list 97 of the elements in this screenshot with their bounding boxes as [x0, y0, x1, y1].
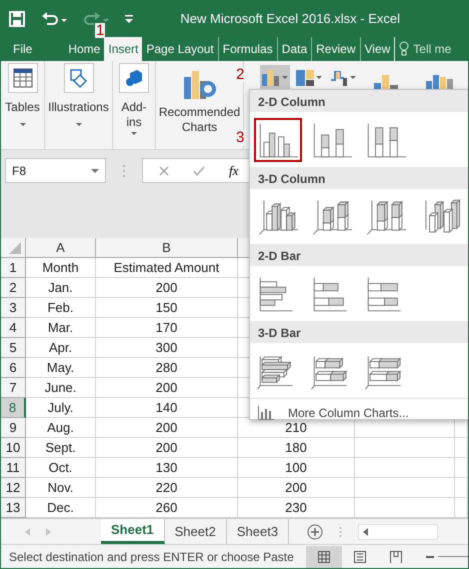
undo-icon[interactable]: [41, 11, 67, 27]
ribbon-tab[interactable]: File: [1, 37, 64, 61]
table-cell: 280: [96, 358, 238, 378]
caret-icon: [76, 123, 82, 126]
page-layout-icon[interactable]: [354, 550, 366, 562]
scroll-right-icon: [46, 528, 51, 536]
table-cell: Aug.: [26, 418, 96, 438]
table-cell: 200: [96, 418, 238, 438]
row-header[interactable]: 8: [1, 398, 26, 418]
caret-icon: [282, 76, 288, 78]
insert-function-button[interactable]: fx: [229, 160, 238, 180]
table-cell: Oct.: [26, 458, 96, 478]
page-break-icon[interactable]: [390, 550, 402, 562]
caret-icon: [131, 132, 137, 135]
table-cell: June.: [26, 378, 96, 398]
grip-icon: [339, 526, 342, 538]
cube-icon: [123, 67, 145, 89]
table-icon: [12, 67, 34, 89]
step-number: 3: [235, 130, 246, 145]
tell-me-search[interactable]: Tell me: [413, 40, 452, 58]
column-chart-icon: [262, 68, 280, 86]
table-cell: Feb.: [26, 298, 96, 318]
row-header[interactable]: 4: [1, 318, 26, 338]
grip-icon: [122, 164, 126, 178]
table-cell: [455, 478, 468, 498]
step-number: 1: [95, 23, 106, 38]
menu-section-header: 2-D Bar: [250, 244, 468, 266]
table-cell: Apr.: [26, 338, 96, 358]
sheet-tab[interactable]: Sheet1: [101, 519, 165, 544]
ribbon-tab[interactable]: Insert: [104, 37, 142, 61]
table-cell: 200: [96, 438, 238, 458]
illustrations-button[interactable]: Illustrations: [45, 61, 113, 149]
customize-menu-icon[interactable]: [125, 14, 133, 24]
table-cell: July.: [26, 398, 96, 418]
table-cell: 180: [238, 438, 355, 458]
waterfall-chart-icon: [330, 68, 348, 86]
clustered-column-chart-icon[interactable]: [254, 118, 302, 162]
table-cell: Mar.: [26, 318, 96, 338]
caret-icon: [350, 76, 356, 78]
row-header[interactable]: 12: [1, 478, 26, 498]
column-chart-button[interactable]: [260, 65, 290, 89]
table-cell: Month: [26, 258, 96, 278]
table-cell: 300: [96, 338, 238, 358]
row-header[interactable]: 13: [1, 498, 26, 518]
row-header[interactable]: 11: [1, 458, 26, 478]
scroll-left-icon: [25, 528, 30, 536]
column-header[interactable]: B: [96, 238, 238, 258]
table-cell: Nov.: [26, 478, 96, 498]
ribbon-tab[interactable]: Home: [64, 37, 104, 61]
window-title: New Microsoft Excel 2016.xlsx - Excel: [180, 10, 400, 28]
table-cell: 130: [96, 458, 238, 478]
caret-icon: [316, 76, 322, 78]
add-sheet-icon[interactable]: [307, 524, 324, 540]
menu-section-header: 3-D Bar: [250, 321, 468, 343]
step-number: 2: [235, 67, 246, 82]
table-cell: 220: [96, 478, 238, 498]
tables-button[interactable]: Tables: [1, 61, 45, 149]
table-cell: 200: [238, 478, 355, 498]
lightbulb-icon[interactable]: [399, 41, 410, 57]
row-header[interactable]: 2: [1, 278, 26, 298]
addins-button[interactable]: Add-ins: [113, 61, 156, 149]
table-cell: 200: [96, 278, 238, 298]
save-icon[interactable]: [9, 11, 25, 27]
normal-view-button[interactable]: [306, 546, 342, 568]
row-header[interactable]: 10: [1, 438, 26, 458]
row-header[interactable]: 7: [1, 378, 26, 398]
table-cell: 100: [238, 458, 355, 478]
ribbon-tab[interactable]: Page Layout: [142, 37, 218, 61]
row-header[interactable]: 3: [1, 298, 26, 318]
menu-section-header: 2-D Column: [250, 90, 468, 112]
table-cell: Sept.: [26, 438, 96, 458]
dropdown-caret-icon: [91, 168, 99, 172]
grid-icon: [318, 550, 330, 562]
shapes-icon: [68, 67, 90, 89]
column-chart-icon: [258, 406, 274, 420]
menu-section-header: 3-D Column: [250, 167, 468, 189]
table-cell: Jan.: [26, 278, 96, 298]
table-cell: 150: [96, 298, 238, 318]
table-cell: Estimated Amount: [96, 258, 238, 278]
row-header[interactable]: 1: [1, 258, 26, 278]
hierarchy-chart-icon: [296, 68, 314, 86]
column-header[interactable]: A: [26, 238, 96, 258]
row-header[interactable]: 9: [1, 418, 26, 438]
status-message: Select destination and press ENTER or choose Paste: [9, 548, 295, 566]
enter-icon: [193, 166, 205, 176]
table-cell: [455, 438, 468, 458]
table-cell: 140: [96, 398, 238, 418]
table-cell: [455, 458, 468, 478]
cancel-icon: [159, 166, 169, 176]
row-header[interactable]: 5: [1, 338, 26, 358]
table-cell: 170: [96, 318, 238, 338]
table-cell: 200: [96, 378, 238, 398]
row-header[interactable]: 6: [1, 358, 26, 378]
name-box[interactable]: F8: [5, 158, 106, 183]
table-cell: May.: [26, 358, 96, 378]
caret-icon: [20, 123, 26, 126]
horizontal-scrollbar[interactable]: [358, 524, 438, 540]
